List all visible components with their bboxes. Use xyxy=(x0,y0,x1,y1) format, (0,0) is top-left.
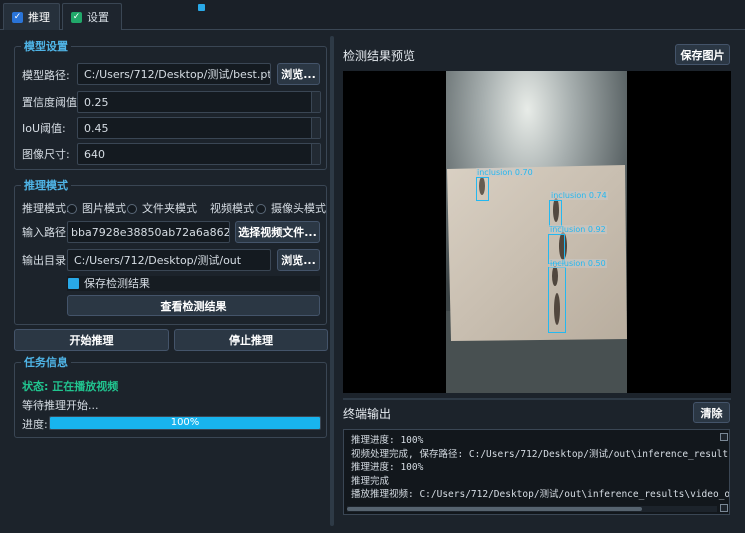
output-dir-label: 输出目录: xyxy=(22,254,70,267)
output-browse-button[interactable]: 浏览... xyxy=(277,249,320,271)
conf-spin-arrows[interactable] xyxy=(311,92,320,112)
inference-mode-title: 推理模式 xyxy=(21,179,71,192)
check-icon: ✓ xyxy=(71,11,82,23)
model-path-input[interactable]: C:/Users/712/Desktop/测试/best.pt xyxy=(77,63,271,85)
detection-label: inclusion 0.70 xyxy=(476,168,534,177)
view-results-button[interactable]: 查看检测结果 xyxy=(67,295,320,316)
input-path-label: 输入路径: xyxy=(22,226,70,239)
conf-label: 置信度阈值: xyxy=(22,96,81,109)
imgsz-spinbox[interactable]: 640 xyxy=(77,143,321,165)
imgsz-value: 640 xyxy=(84,147,105,161)
detection-label: inclusion 0.74 xyxy=(550,191,608,200)
radio-camera-mode[interactable] xyxy=(256,204,266,214)
detection-label: inclusion 0.92 xyxy=(549,225,607,234)
terminal-title: 终端输出 xyxy=(343,407,392,421)
radio-camera-mode-label[interactable]: 摄像头模式 xyxy=(271,202,326,216)
tab-settings[interactable]: ✓ 设置 xyxy=(62,3,122,30)
save-results-checkbox[interactable] xyxy=(68,278,79,289)
radio-image-mode[interactable] xyxy=(67,204,77,214)
radio-video-mode-label[interactable]: 视频模式 xyxy=(210,202,254,216)
iou-value: 0.45 xyxy=(84,121,109,135)
terminal-line: 播放推理视频: C:/Users/712/Desktop/测试/out\infe… xyxy=(351,489,730,500)
terminal-output[interactable]: 推理进度: 100% 视频处理完成, 保存路径: C:/Users/712/De… xyxy=(343,429,730,515)
tab-inference-label: 推理 xyxy=(28,11,50,24)
progress-bar: 100% xyxy=(49,416,321,430)
preview-title: 检测结果预览 xyxy=(343,49,416,63)
radio-folder-mode-label[interactable]: 文件夹模式 xyxy=(142,202,197,216)
start-inference-button[interactable]: 开始推理 xyxy=(14,329,169,351)
detection-box xyxy=(548,267,566,333)
iou-spinbox[interactable]: 0.45 xyxy=(77,117,321,139)
progress-text: 100% xyxy=(170,417,200,428)
model-path-label: 模型路径: xyxy=(22,69,70,82)
waiting-text: 等待推理开始... xyxy=(22,399,99,412)
terminal-line: 视频处理完成, 保存路径: C:/Users/712/Desktop/测试/ou… xyxy=(351,448,730,460)
scroll-up-arrow[interactable] xyxy=(720,433,728,441)
model-settings-title: 模型设置 xyxy=(21,40,71,53)
terminal-line: 推理进度: 100% xyxy=(351,435,424,446)
status-text: 状态: 正在播放视频 xyxy=(22,380,119,393)
iou-label: IoU阈值: xyxy=(22,122,66,135)
iou-spin-arrows[interactable] xyxy=(311,118,320,138)
preview-divider xyxy=(343,398,731,400)
input-path-field[interactable]: bba7928e38850ab72a6a8629.mp4 xyxy=(67,221,230,243)
terminal-line: 推理完成 xyxy=(351,475,390,487)
imgsz-label: 图像尺寸: xyxy=(22,148,70,161)
radio-folder-mode[interactable] xyxy=(127,204,137,214)
terminal-line: 推理进度: 100% xyxy=(351,462,424,473)
conf-spinbox[interactable]: 0.25 xyxy=(77,91,321,113)
tab-inference[interactable]: ✓ 推理 xyxy=(3,3,60,30)
save-image-button[interactable]: 保存图片 xyxy=(675,44,730,65)
preview-area: inclusion 0.70 inclusion 0.74 inclusion … xyxy=(343,71,731,393)
detection-label: inclusion 0.50 xyxy=(549,259,607,268)
mode-label: 推理模式: xyxy=(22,202,70,215)
scrollbar-thumb[interactable] xyxy=(347,507,642,511)
stop-inference-button[interactable]: 停止推理 xyxy=(174,329,328,351)
radio-video-mode[interactable] xyxy=(198,4,205,11)
select-video-button[interactable]: 选择视频文件... xyxy=(235,221,320,243)
model-browse-button[interactable]: 浏览... xyxy=(277,63,320,85)
tab-settings-label: 设置 xyxy=(87,11,109,24)
detection-box xyxy=(476,177,489,201)
conf-value: 0.25 xyxy=(84,95,109,109)
output-dir-field[interactable]: C:/Users/712/Desktop/测试/out xyxy=(67,249,271,271)
panel-splitter[interactable] xyxy=(330,36,334,526)
progress-label: 进度: xyxy=(22,418,48,431)
save-results-label[interactable]: 保存检测结果 xyxy=(84,277,150,291)
radio-image-mode-label[interactable]: 图片模式 xyxy=(82,202,126,216)
chart-icon: ✓ xyxy=(12,11,23,23)
scroll-corner[interactable] xyxy=(720,504,728,512)
terminal-lines: 推理进度: 100% 视频处理完成, 保存路径: C:/Users/712/De… xyxy=(351,434,730,502)
horizontal-scrollbar[interactable] xyxy=(347,506,717,512)
imgsz-spin-arrows[interactable] xyxy=(311,144,320,164)
clear-button[interactable]: 清除 xyxy=(693,402,730,423)
detection-box xyxy=(549,200,562,227)
video-frame xyxy=(446,71,627,393)
task-info-title: 任务信息 xyxy=(21,356,71,369)
